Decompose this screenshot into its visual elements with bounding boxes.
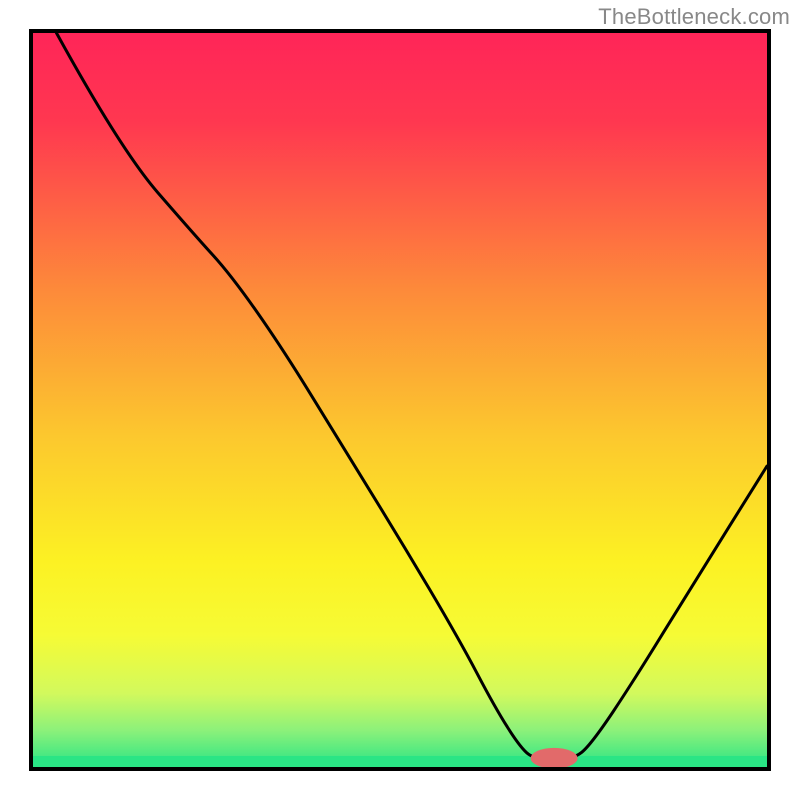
green-baseline-strip [33,756,767,767]
chart-svg [33,33,767,767]
chart-frame [29,29,771,771]
chart-background [33,33,767,767]
watermark-text: TheBottleneck.com [598,4,790,30]
